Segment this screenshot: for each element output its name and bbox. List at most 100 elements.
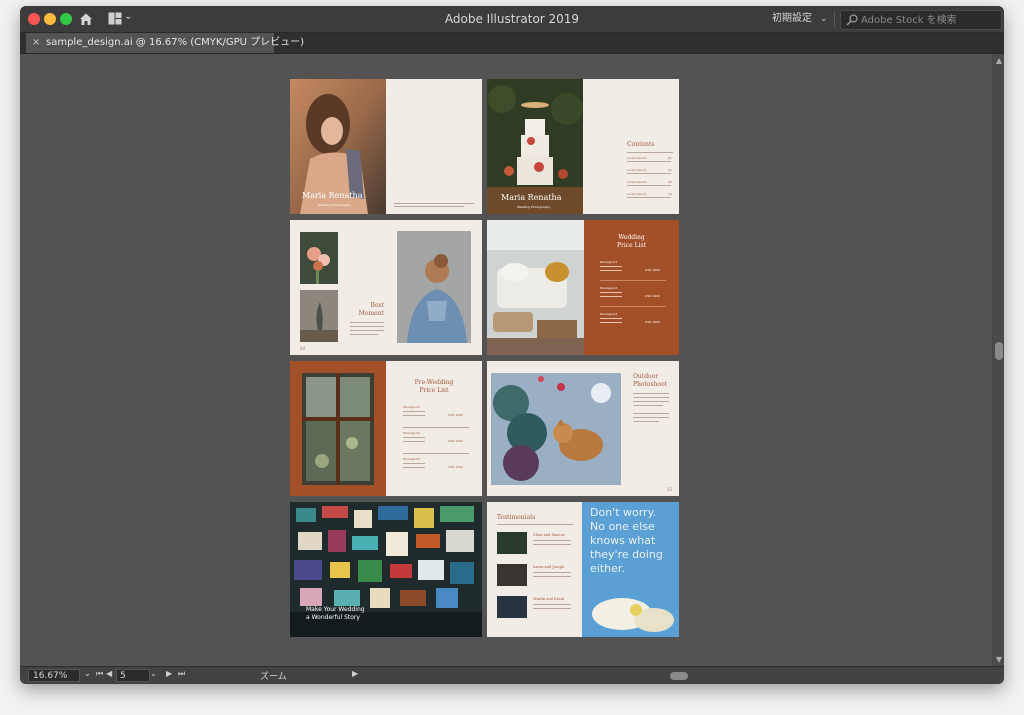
divider	[497, 524, 573, 525]
testimonial-thumb-1	[497, 532, 527, 554]
package-label-3: Package 03	[403, 457, 421, 461]
quote-line-5: either.	[590, 562, 625, 575]
last-artboard-icon[interactable]: ⏭	[178, 669, 185, 679]
artboard-1[interactable]: Maria Renatha Wedding Photography	[290, 79, 482, 214]
close-icon[interactable]: ×	[32, 33, 40, 53]
chevron-down-icon[interactable]: ⌄	[124, 11, 132, 22]
horizontal-scrollbar[interactable]	[366, 671, 992, 681]
body-text-line	[633, 401, 669, 402]
horizontal-scroll-thumb[interactable]	[670, 672, 688, 680]
tab-label: sample_design.ai @ 16.67% (CMYK/GPU プレビュ…	[46, 37, 305, 48]
body-text-line	[350, 322, 384, 323]
body-text-line	[403, 463, 425, 464]
contents-number-1: 01	[668, 156, 672, 160]
contents-item-3: Lorem Ipsum	[627, 180, 647, 184]
body-text-line	[600, 296, 622, 297]
status-label: ズーム	[260, 672, 287, 682]
quote-line-2: No one else	[590, 520, 655, 533]
artboard-2[interactable]: Maria Renatha Wedding Photography Conten…	[487, 79, 679, 214]
adobe-stock-search[interactable]	[840, 10, 1002, 30]
testimonials-heading: Testimonials	[497, 514, 536, 521]
arrange-documents-icon[interactable]	[108, 12, 122, 25]
toolbar-divider	[834, 11, 835, 27]
vertical-scroll-thumb[interactable]	[995, 342, 1003, 360]
package-price-1: USD 1000	[645, 268, 660, 272]
stock-search-input[interactable]	[861, 11, 997, 29]
contents-item-4: Lorem Ipsum	[627, 192, 647, 196]
quote-text: Don't worry. No one else knows what they…	[590, 506, 676, 576]
search-icon	[846, 14, 858, 26]
artboard-3[interactable]: Best Moment 04	[290, 220, 482, 355]
body-text-line	[403, 441, 425, 442]
body-text-line	[633, 405, 663, 406]
vertical-scrollbar[interactable]: ▲ ▼	[992, 54, 1004, 666]
package-price-1: USD 1000	[448, 413, 463, 417]
body-text-line	[627, 161, 671, 162]
body-text-line	[403, 415, 425, 416]
next-artboard-icon[interactable]: ▶	[166, 669, 172, 678]
home-icon[interactable]	[78, 11, 94, 27]
package-label-2: Package 02	[403, 431, 421, 435]
divider	[403, 427, 469, 428]
artboard-canvas[interactable]: Maria Renatha Wedding Photography Maria …	[20, 54, 992, 666]
artboard-6[interactable]: Outdoor Photoshoot 12	[487, 361, 679, 496]
contents-number-3: 03	[668, 180, 672, 184]
package-label-2: Package 02	[600, 286, 618, 290]
package-price-2: USD 1000	[448, 439, 463, 443]
previous-artboard-icon[interactable]: ◀	[106, 669, 112, 678]
storefront-photo	[302, 373, 374, 485]
scroll-up-arrow-icon[interactable]: ▲	[993, 56, 1004, 65]
heading-line-1: Outdoor	[633, 373, 659, 380]
body-text-line	[633, 413, 669, 414]
testimonial-name-3: Martin and David	[533, 597, 565, 601]
quote-line-1: Don't worry.	[590, 506, 657, 519]
status-bar: 16.67% ⌄ ⏮ ◀ 5 ⌄ ▶ ⏭ ズーム ▶	[20, 666, 1004, 684]
scroll-down-arrow-icon[interactable]: ▼	[993, 655, 1004, 664]
quote-line-4: they're doing	[590, 548, 663, 561]
divider	[403, 453, 469, 454]
heading-line-2: Moment	[358, 310, 384, 317]
body-text-line	[627, 173, 671, 174]
divider	[627, 152, 673, 153]
body-text-line	[633, 417, 669, 418]
maximize-window-button[interactable]	[60, 13, 72, 25]
cover-title: Maria Renatha	[302, 191, 363, 200]
artboard-7[interactable]: Make Your Wedding a Wonderful Story	[290, 502, 482, 637]
body-text-line	[350, 330, 384, 331]
workspace-switcher[interactable]: 初期設定 ⌄	[766, 6, 834, 32]
body-text-line	[600, 322, 622, 323]
body-text-line	[403, 437, 425, 438]
contents-item-1: Lorem Ipsum	[627, 156, 647, 160]
body-text-line	[533, 544, 571, 545]
story-line-2: a Wonderful Story	[306, 614, 360, 621]
artboard-8[interactable]: Testimonials Clara and Marcus Laura and …	[487, 502, 679, 637]
cover-subtitle: Wedding Photography	[318, 203, 352, 207]
chevron-down-icon[interactable]: ⌄	[84, 669, 91, 678]
woman-back-photo	[397, 231, 471, 343]
tab-sample-design[interactable]: × sample_design.ai @ 16.67% (CMYK/GPU プレ…	[26, 33, 304, 53]
flower-photo	[300, 232, 338, 284]
artboard-5[interactable]: Pre-Wedding Price List Package 01 USD 10…	[290, 361, 482, 496]
body-text-line	[627, 185, 671, 186]
body-text-line	[627, 197, 671, 198]
artboard-4[interactable]: Wedding Price List Package 01 USD 1000 P…	[487, 220, 679, 355]
body-text-line	[394, 203, 474, 204]
testimonial-name-2: Laura and Joseph	[533, 565, 565, 569]
quote-line-3: knows what	[590, 534, 656, 547]
first-artboard-icon[interactable]: ⏮	[96, 669, 103, 679]
chevron-down-icon[interactable]: ⌄	[150, 669, 157, 678]
cover-subtitle: Wedding Photography	[517, 205, 551, 209]
story-line-1: Make Your Wedding	[306, 606, 365, 613]
cover-title: Maria Renatha	[501, 193, 562, 202]
minimize-window-button[interactable]	[44, 13, 56, 25]
heading-line-2: Photoshoot	[633, 381, 668, 388]
heading-line-1: Best	[370, 302, 384, 309]
heading-line-2: Price List	[616, 242, 647, 249]
artboard-number-field[interactable]: 5	[116, 669, 150, 682]
contents-heading: Contents	[627, 141, 655, 148]
close-window-button[interactable]	[28, 13, 40, 25]
package-label-3: Package 03	[600, 312, 618, 316]
contents-number-2: 02	[668, 168, 672, 172]
zoom-level-field[interactable]: 16.67%	[28, 669, 80, 682]
status-menu-arrow-icon[interactable]: ▶	[352, 669, 358, 678]
